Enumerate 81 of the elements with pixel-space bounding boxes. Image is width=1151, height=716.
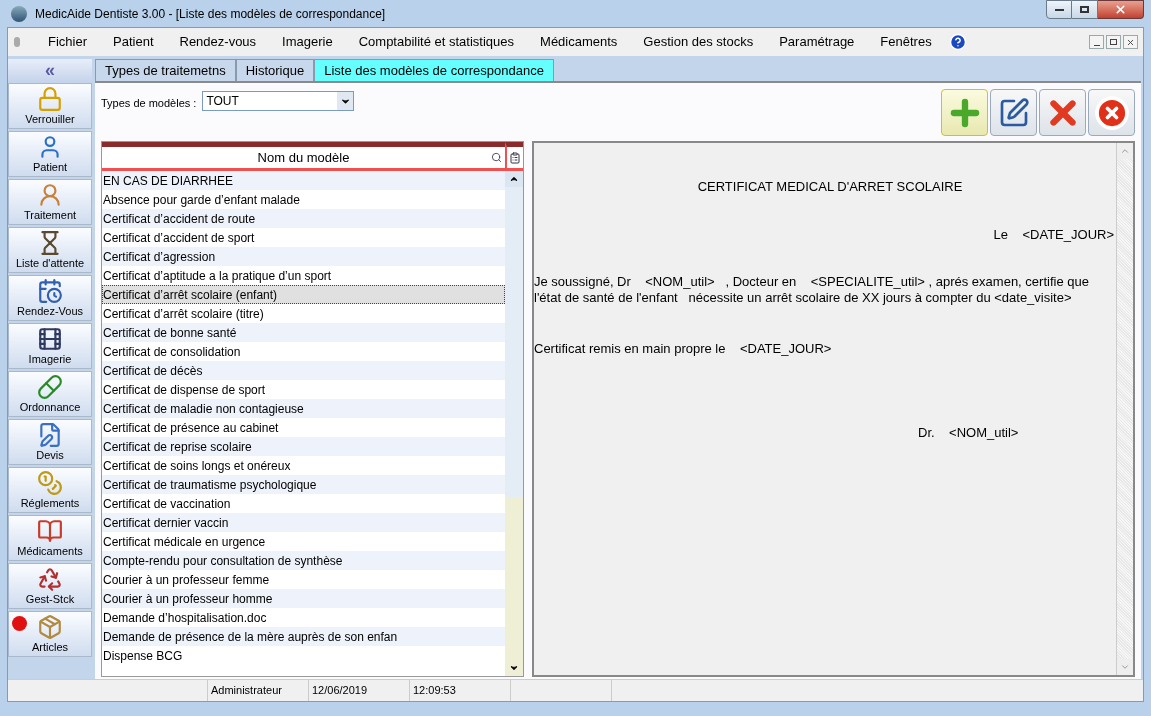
close-button[interactable] bbox=[1088, 89, 1135, 136]
list-row[interactable]: Certificat d’accident de route bbox=[102, 209, 505, 228]
menu-item[interactable]: Fichier bbox=[35, 32, 100, 52]
mdi-restore-button[interactable] bbox=[1106, 35, 1121, 49]
close-icon bbox=[1093, 94, 1130, 131]
list-row[interactable]: Certificat de bonne santé bbox=[102, 323, 505, 342]
menu-item[interactable]: Fenêtres bbox=[867, 32, 945, 52]
window-title: MedicAide Dentiste 3.00 - [Liste des modèles de correspondance] bbox=[35, 5, 386, 23]
sidebar-item[interactable]: Traitement bbox=[8, 179, 92, 225]
sidebar-item[interactable]: Ordonnance bbox=[8, 371, 92, 417]
status-field: Administrateur bbox=[208, 680, 309, 701]
model-type-dropdown[interactable]: TOUT bbox=[202, 91, 355, 111]
sidebar-item[interactable]: Gest-Stck bbox=[8, 563, 92, 609]
sidebar-item[interactable]: Médicaments bbox=[8, 515, 92, 561]
document-date: Le <DATE_JOUR> bbox=[993, 225, 1114, 244]
coins-icon bbox=[37, 470, 63, 497]
doctor-icon bbox=[37, 182, 63, 209]
list-row[interactable]: Certificat d’arrêt scolaire (enfant) bbox=[102, 285, 505, 304]
tab[interactable]: Types de traitemetns bbox=[95, 59, 236, 81]
add-button[interactable] bbox=[941, 89, 988, 136]
tab[interactable]: Historique bbox=[235, 59, 315, 81]
scroll-up-icon bbox=[509, 174, 519, 184]
menu-item[interactable]: Médicaments bbox=[527, 32, 631, 52]
filter-label: Types de modèles : bbox=[101, 96, 197, 111]
close-icon bbox=[1126, 37, 1135, 47]
search-icon[interactable] bbox=[491, 152, 502, 163]
edit-button[interactable] bbox=[990, 89, 1037, 136]
maximize-button[interactable] bbox=[1072, 0, 1098, 19]
menu-item[interactable]: Patient bbox=[100, 32, 167, 52]
app-icon bbox=[11, 5, 27, 22]
box-icon bbox=[37, 614, 63, 641]
list-row[interactable]: Certificat de maladie non contagieuse bbox=[102, 399, 505, 418]
sidebar-item[interactable]: Liste d'attente bbox=[8, 227, 92, 273]
sidebar-item[interactable]: Verrouiller bbox=[8, 83, 92, 129]
mdi-close-button[interactable] bbox=[1123, 35, 1138, 49]
document-title: CERTIFICAT MEDICAL D'ARRET SCOLAIRE bbox=[697, 178, 963, 196]
list-row[interactable]: EN CAS DE DIARRHEE bbox=[102, 171, 505, 190]
sidebar-item[interactable]: Réglements bbox=[8, 467, 92, 513]
menu-item[interactable]: Rendez-vous bbox=[166, 32, 270, 52]
menu-item[interactable]: Comptabilité et statistiques bbox=[345, 32, 528, 52]
tab[interactable]: Liste des modèles de correspondance bbox=[314, 59, 554, 81]
calendar-icon bbox=[37, 278, 63, 305]
lock-icon bbox=[37, 86, 63, 113]
delete-button[interactable] bbox=[1039, 89, 1086, 136]
sidebar-item[interactable]: Rendez-Vous bbox=[8, 275, 92, 321]
film-icon bbox=[37, 326, 63, 353]
collapse-button[interactable]: « bbox=[8, 59, 92, 81]
document-handover-line: Certificat remis en main propre le <DATE_JOUR> bbox=[534, 340, 833, 358]
preview-scrollbar[interactable] bbox=[1116, 143, 1133, 675]
menu-item[interactable]: Paramétrage bbox=[766, 32, 868, 52]
list-row[interactable]: Certificat de traumatisme psychologique bbox=[102, 475, 505, 494]
document-edit-icon bbox=[37, 422, 63, 449]
list-row[interactable]: Compte-rendu pour consultation de synthèse bbox=[102, 551, 505, 570]
list-row[interactable]: Courier à un professeur homme bbox=[102, 589, 505, 608]
close-button[interactable] bbox=[1098, 0, 1144, 19]
list-row[interactable]: Certificat de décès bbox=[102, 361, 505, 380]
sidebar-item[interactable]: Imagerie bbox=[8, 323, 92, 369]
list-row[interactable]: Certificat d’agression bbox=[102, 247, 505, 266]
document-signature: Dr. <NOM_util> bbox=[918, 423, 1020, 442]
list-row[interactable]: Certificat de reprise scolaire bbox=[102, 437, 505, 456]
document-body: Je soussigné, Dr <NOM_util> , Docteur en <SPECIALITE_util> , aprés examen, certifie que l'état de santé de l'enfant nécessite un arrêt scolaire de XX jours à compter du <date_visite> bbox=[534, 274, 1090, 306]
menu-item[interactable]: Gestion des stocks bbox=[630, 32, 767, 52]
close-icon bbox=[1114, 3, 1127, 16]
menu-item[interactable]: Imagerie bbox=[269, 32, 346, 52]
sidebar-item[interactable]: Patient bbox=[8, 131, 92, 177]
list-row[interactable]: Demande de présence de la mère auprès de son enfan bbox=[102, 627, 505, 646]
minimize-button[interactable] bbox=[1046, 0, 1072, 19]
scroll-down-icon bbox=[1120, 662, 1130, 672]
sidebar-item[interactable]: Articles bbox=[8, 611, 92, 657]
list-row[interactable]: Certificat dernier vaccin bbox=[102, 513, 505, 532]
scroll-down-icon bbox=[509, 663, 519, 673]
sidebar-item[interactable]: Devis bbox=[8, 419, 92, 465]
pill-icon bbox=[37, 374, 63, 401]
scroll-up-icon bbox=[1120, 146, 1130, 156]
status-field: 12/06/2019 bbox=[309, 680, 410, 701]
scrollbar[interactable] bbox=[505, 171, 523, 676]
recycle-icon bbox=[37, 566, 63, 593]
mdi-minimize-button[interactable] bbox=[1089, 35, 1104, 49]
status-field: 12:09:53 bbox=[410, 680, 511, 701]
book-icon bbox=[37, 518, 63, 545]
help-icon[interactable] bbox=[948, 33, 967, 51]
